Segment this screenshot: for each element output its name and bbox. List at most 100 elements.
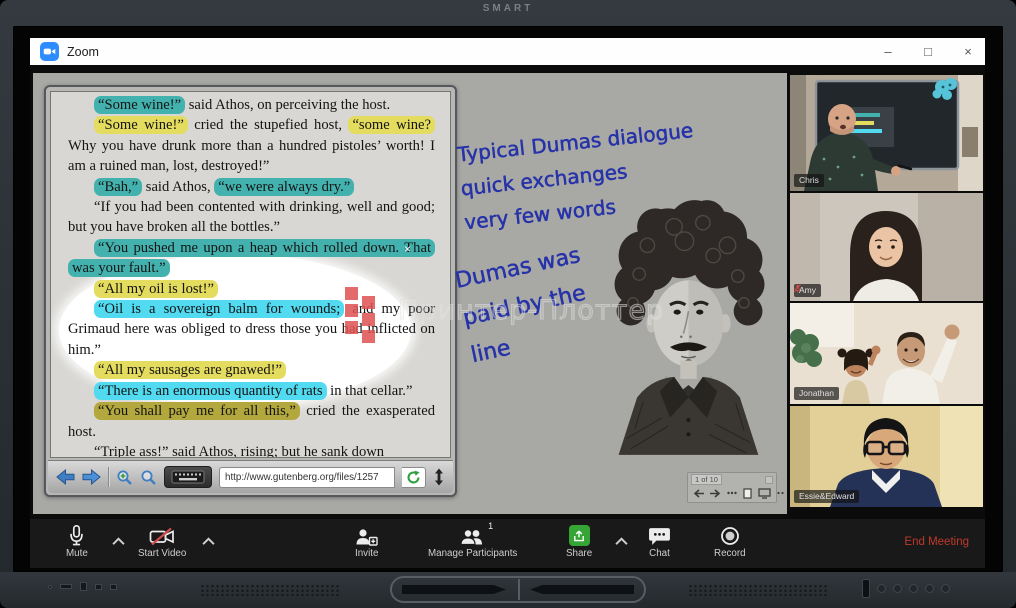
document-text-segment: “Triple ass!” said Athos, rising; but he…: [94, 444, 384, 458]
browser-toolbar: http://www.gutenberg.org/files/1257: [48, 460, 453, 493]
zoom-window: Zoom – □ × ×: [30, 38, 985, 568]
participant-tile-amy[interactable]: Amy: [790, 193, 983, 301]
spotlight-close-icon[interactable]: ×: [404, 242, 411, 256]
dumas-sketch: [583, 196, 787, 458]
zoom-out-button[interactable]: [140, 469, 157, 486]
chat-label: Chat: [649, 548, 670, 559]
maximize-button[interactable]: □: [921, 44, 935, 59]
more-tools-button[interactable]: [777, 491, 784, 495]
pen-tray: [390, 576, 646, 603]
invite-button[interactable]: Invite: [355, 524, 378, 559]
participant-name-label: Chris: [794, 174, 824, 187]
bezel-bottom: [0, 572, 1016, 608]
participant-tile-chris[interactable]: Chris: [790, 75, 983, 191]
board-frame: SMART Zoom – □ ×: [0, 0, 1016, 608]
participant-name: Amy: [799, 285, 816, 296]
manage-participants-label: Manage Participants: [428, 548, 517, 559]
chat-button[interactable]: Chat: [648, 524, 671, 559]
url-field[interactable]: http://www.gutenberg.org/files/1257: [219, 467, 395, 488]
prev-page-button[interactable]: [693, 489, 704, 498]
vertical-resize-icon: [433, 468, 445, 486]
document-text-segment: cried the stupefied host,: [188, 117, 349, 133]
display-icon: [758, 488, 771, 499]
smart-board: SMART Zoom – □ ×: [0, 0, 1016, 608]
share-label: Share: [566, 548, 592, 559]
chevron-up-icon: [202, 537, 215, 546]
start-video-label: Start Video: [138, 548, 186, 559]
chat-icon: [648, 527, 671, 546]
pen-left: [402, 585, 506, 594]
forward-button[interactable]: [82, 469, 101, 485]
pen-right: [530, 585, 634, 594]
highlighted-text: “Oil is a sovereign balm for wounds;: [94, 300, 344, 318]
participant-tile-essie-edward[interactable]: Essie&Edward: [790, 406, 983, 507]
highlighted-text: “Some wine!”: [94, 96, 185, 114]
record-label: Record: [714, 548, 746, 559]
highlighted-text: “we were always dry.”: [214, 178, 354, 196]
highlighted-text: “You pushed me upon a heap which rolled …: [68, 239, 435, 277]
participant-name: Essie&Edward: [799, 491, 854, 502]
chevron-up-icon: [112, 537, 125, 546]
back-arrow-icon: [56, 469, 75, 485]
speaker-grille-right: [688, 584, 828, 596]
participant-name-label: Amy: [794, 284, 821, 297]
document-text-segment: in that cellar.”: [327, 383, 413, 399]
muted-mic-icon: [794, 284, 801, 293]
record-icon: [720, 526, 740, 546]
meeting-toolbar: Mute Start Video Invite: [30, 519, 985, 568]
smart-logo: SMART: [0, 3, 1016, 14]
document-text: “Some wine!” said Athos, on perceiving t…: [68, 95, 435, 458]
chevron-up-icon: [615, 537, 628, 546]
video-camera-off-icon: [149, 527, 175, 546]
refresh-button[interactable]: [402, 467, 426, 488]
document-widget: × “Some wine!” said Athos, on perceiving…: [44, 85, 457, 497]
page-icon: [743, 488, 752, 499]
mute-options-chevron[interactable]: [112, 533, 125, 551]
page-nav-thumbnail[interactable]: [765, 476, 773, 484]
mute-button[interactable]: Mute: [66, 524, 88, 559]
microphone-icon: [69, 525, 84, 546]
invite-label: Invite: [355, 548, 378, 559]
end-meeting-button[interactable]: End Meeting: [904, 536, 969, 548]
highlighted-text: “Bah,”: [94, 178, 142, 196]
whiteboard: × “Some wine!” said Athos, on perceiving…: [33, 73, 787, 514]
document-page: × “Some wine!” said Athos, on perceiving…: [50, 91, 451, 458]
video-options-chevron[interactable]: [202, 533, 215, 551]
record-button[interactable]: Record: [714, 524, 746, 559]
close-button[interactable]: ×: [961, 44, 975, 59]
highlighted-text: “All my sausages are gnawed!”: [94, 361, 286, 379]
page-nav-toolbar: 1 of 10: [687, 472, 777, 503]
participant-name-label: Essie&Edward: [794, 490, 859, 503]
more-pages-button[interactable]: [727, 491, 737, 495]
minimize-button[interactable]: –: [881, 44, 895, 59]
participants-icon: [459, 528, 486, 546]
participant-name: Chris: [799, 175, 819, 186]
keyboard-button[interactable]: [164, 466, 212, 488]
share-button[interactable]: Share: [566, 524, 592, 559]
mute-label: Mute: [66, 548, 88, 559]
manage-participants-button[interactable]: 1 Manage Participants: [428, 524, 517, 559]
right-arrow-icon: [710, 489, 721, 498]
display-button[interactable]: [758, 488, 771, 499]
back-button[interactable]: [56, 469, 75, 485]
control-buttons: [862, 579, 950, 598]
highlighted-text: “Some wine!”: [94, 116, 188, 134]
highlighted-text: “some wine?: [348, 116, 435, 134]
magnifier-plus-icon: [116, 469, 133, 486]
document-text-segment: “If you had been contented with drinking…: [68, 199, 435, 235]
next-page-button[interactable]: [710, 489, 721, 498]
handwritten-note-2: Dumas was paid by the line: [452, 237, 600, 375]
dots-icon: [777, 491, 784, 495]
refresh-icon: [406, 470, 421, 485]
participant-tile-jonathan[interactable]: Jonathan: [790, 303, 983, 404]
document-text-segment: Why you have drunk more than a hundred p…: [68, 138, 435, 174]
share-options-chevron[interactable]: [615, 533, 628, 551]
resize-handle[interactable]: [433, 468, 445, 486]
magnifier-icon: [140, 469, 157, 486]
page-view-button[interactable]: [743, 488, 752, 499]
document-text-segment: said Athos,: [142, 179, 214, 195]
zoom-in-button[interactable]: [116, 469, 133, 486]
document-text-segment: said Athos, on perceiving the host.: [185, 97, 390, 113]
left-arrow-icon: [693, 489, 704, 498]
start-video-button[interactable]: Start Video: [138, 524, 186, 559]
